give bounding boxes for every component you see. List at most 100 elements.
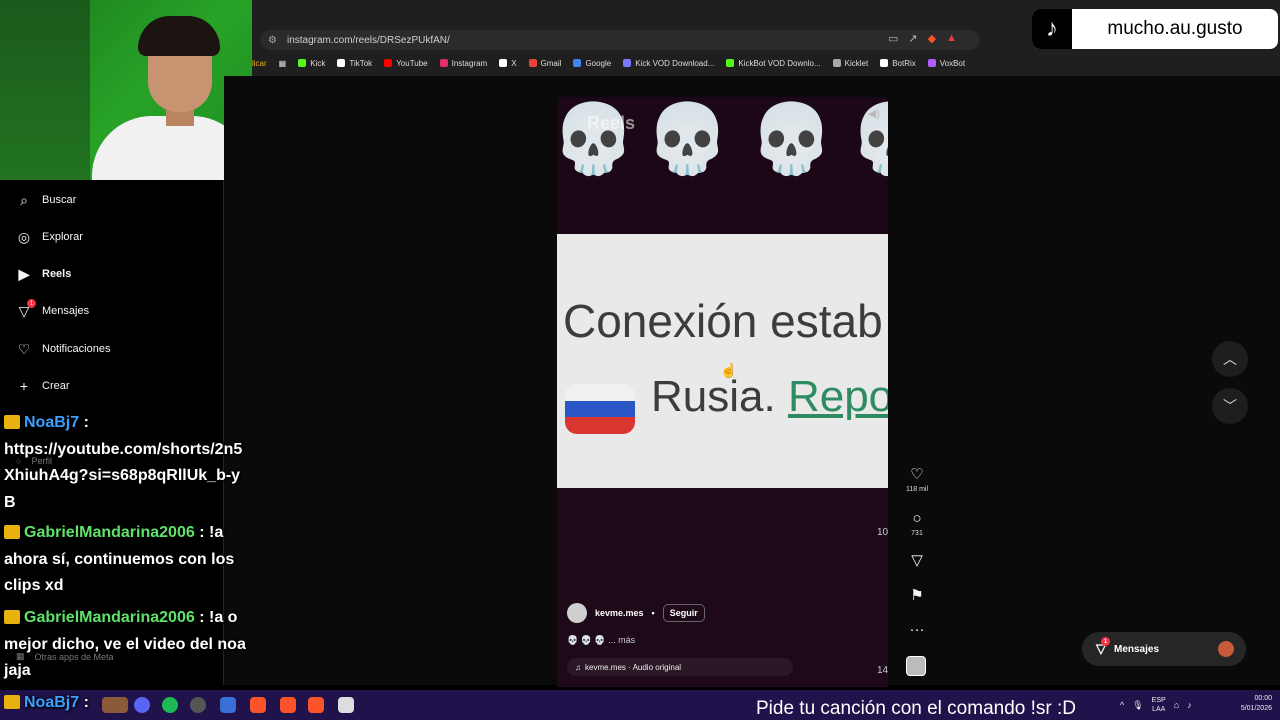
sidebar-item-notificaciones[interactable]: ♡ Notificaciones [16, 341, 111, 357]
apps-grid-icon[interactable]: ▦ [279, 59, 287, 68]
language-indicator[interactable]: ESP LAA [1152, 696, 1166, 714]
share-icon[interactable]: ↗ [908, 32, 917, 45]
more-options-button[interactable]: ··· [902, 621, 932, 639]
install-app-icon[interactable]: ▭ [888, 32, 898, 45]
webcam-person-hair [138, 16, 220, 56]
sidebar-item-buscar[interactable]: ⌕ Buscar [16, 192, 76, 208]
sidebar-item-explorar[interactable]: ◎ Explorar [16, 229, 83, 245]
plus-icon: + [19, 378, 29, 394]
site-settings-icon[interactable]: ⚙ [268, 35, 277, 46]
bookmark-item[interactable]: TikTok [337, 59, 372, 68]
bookmark-item[interactable]: Kick VOD Download... [623, 59, 714, 68]
chat-message: GabrielMandarina2006 : !a ahora sí, cont… [4, 520, 249, 600]
sidebar-item-reels[interactable]: ▶ Reels [16, 265, 72, 282]
bookmark-favicon-icon [337, 59, 346, 67]
messages-icon: ▽ 1 [16, 299, 36, 319]
bookmark-label: Kicklet [844, 58, 869, 68]
audio-thumbnail[interactable] [906, 656, 926, 676]
bookmark-item[interactable]: X [499, 58, 517, 68]
crown-badge-icon [4, 695, 20, 709]
chat-separator: : [199, 609, 205, 626]
reel-caption[interactable]: 💀 💀 💀 ... más [567, 635, 635, 646]
bookmark-item[interactable]: BotRix [880, 59, 916, 68]
chat-separator: : [83, 694, 89, 711]
address-bar-actions: ▭ ↗ ◆ ▲ [888, 32, 957, 45]
bookmark-overflow[interactable]: licar [252, 59, 267, 68]
bookmark-item[interactable]: KickBot VOD Downlo... [726, 59, 821, 68]
bookmark-label: Kick VOD Download... [635, 58, 715, 68]
previous-reel-button[interactable]: ︿ [1212, 341, 1248, 377]
bookmark-item[interactable]: Kicklet [832, 58, 869, 68]
language-code: ESP [1151, 697, 1166, 704]
messages-badge: 1 [27, 299, 36, 308]
chat-username: GabrielMandarina2006 [24, 524, 195, 541]
sidebar-item-label: Notificaciones [42, 343, 111, 355]
chat-separator: : [199, 524, 205, 541]
bookmark-item[interactable]: Gmail [528, 58, 562, 68]
music-note-icon: ♫ [575, 662, 581, 672]
like-button[interactable]: ♡ 118 mil [902, 466, 932, 493]
bookmark-item[interactable]: Google [573, 59, 611, 68]
bookmark-label: X [511, 58, 517, 68]
address-bar[interactable]: ⚙ instagram.com/reels/DRSezPUkfAN/ [260, 30, 980, 50]
sidebar-item-label: Buscar [42, 194, 77, 206]
bookmark-favicon-icon [384, 59, 393, 67]
bookmark-label: Gmail [540, 58, 562, 68]
bookmark-item[interactable]: Instagram [439, 59, 487, 68]
brave-icon[interactable] [280, 697, 296, 713]
reel-audio[interactable]: ♫ kevme.mes · Audio original [567, 658, 793, 676]
brave-icon[interactable] [250, 697, 266, 713]
mute-icon[interactable]: ◀) [868, 107, 880, 120]
chevron-down-icon: ﹀ [1223, 398, 1237, 414]
search-icon: ⌕ [20, 191, 28, 208]
bookmark-item[interactable]: VoxBot [927, 59, 965, 68]
save-button[interactable]: ⚑ [902, 587, 932, 605]
brave-shield-icon[interactable]: ◆ [928, 32, 936, 45]
messages-pill[interactable]: ▽ 1 Mensajes [1082, 632, 1246, 666]
comment-icon: ○ [912, 510, 922, 527]
network-icon[interactable]: ⌂ [1174, 700, 1179, 710]
bookmark-icon: ⚑ [910, 587, 924, 604]
bookmark-label: Kick [310, 58, 326, 68]
brave-icon[interactable] [308, 697, 324, 713]
avatar[interactable] [567, 603, 587, 623]
chevron-up-icon[interactable]: ^ [1120, 700, 1124, 710]
crown-badge-icon [4, 415, 20, 429]
bookmark-favicon-icon [528, 59, 537, 67]
bookmark-label: Google [585, 58, 612, 68]
bookmark-favicon-icon [927, 59, 936, 67]
reel-video[interactable]: 💀 💀 💀 💀 Reels ◀) Conexión estab Rusia. R… [557, 97, 888, 687]
reel-card-country: Rusia. [651, 372, 788, 421]
sidebar-item-label: Explorar [42, 231, 83, 243]
reel-author-name[interactable]: kevme.mes [595, 608, 644, 618]
chat-message: NoaBj7 : [4, 690, 249, 716]
microphone-icon[interactable]: 🎙 [1132, 700, 1143, 711]
clock-date: 5/01/2026 [1240, 705, 1272, 712]
bookmark-label: BotRix [892, 58, 916, 68]
file-icon[interactable] [338, 697, 354, 713]
share-button[interactable]: ▽ [902, 552, 932, 570]
reels-icon: ▶ [18, 265, 30, 282]
bookmark-item[interactable]: YouTube [384, 59, 428, 68]
bookmark-favicon-icon [880, 59, 889, 67]
sidebar-item-mensajes[interactable]: ▽ 1 Mensajes [16, 299, 90, 319]
screen: ⚙ instagram.com/reels/DRSezPUkfAN/ ▭ ↗ ◆… [0, 0, 1280, 720]
crown-badge-icon [4, 610, 20, 624]
follow-button[interactable]: Seguir [662, 604, 705, 622]
reel-card-text: Conexión estab [563, 295, 883, 347]
bookmark-item[interactable]: Kick [298, 59, 325, 68]
brave-rewards-icon[interactable]: ▲ [946, 32, 957, 45]
volume-icon[interactable]: ♪ [1187, 700, 1192, 710]
skull-emoji: 💀 [645, 101, 730, 177]
reels-header-label[interactable]: Reels [587, 113, 635, 134]
sidebar-item-label: Mensajes [42, 305, 90, 317]
reel-card-link: Repo [787, 372, 888, 421]
comment-button[interactable]: ○ 731 [902, 510, 932, 537]
sidebar-item-crear[interactable]: + Crear [16, 378, 70, 394]
taskbar-clock[interactable]: 00:00 5/01/2026 [1228, 694, 1272, 714]
keyboard-layout: LAA [1152, 706, 1166, 713]
sidebar-item-label: Reels [42, 268, 72, 280]
webcam-background-shelf [0, 0, 90, 180]
messages-pill-label: Mensajes [1114, 643, 1160, 655]
next-reel-button[interactable]: ﹀ [1212, 388, 1248, 424]
